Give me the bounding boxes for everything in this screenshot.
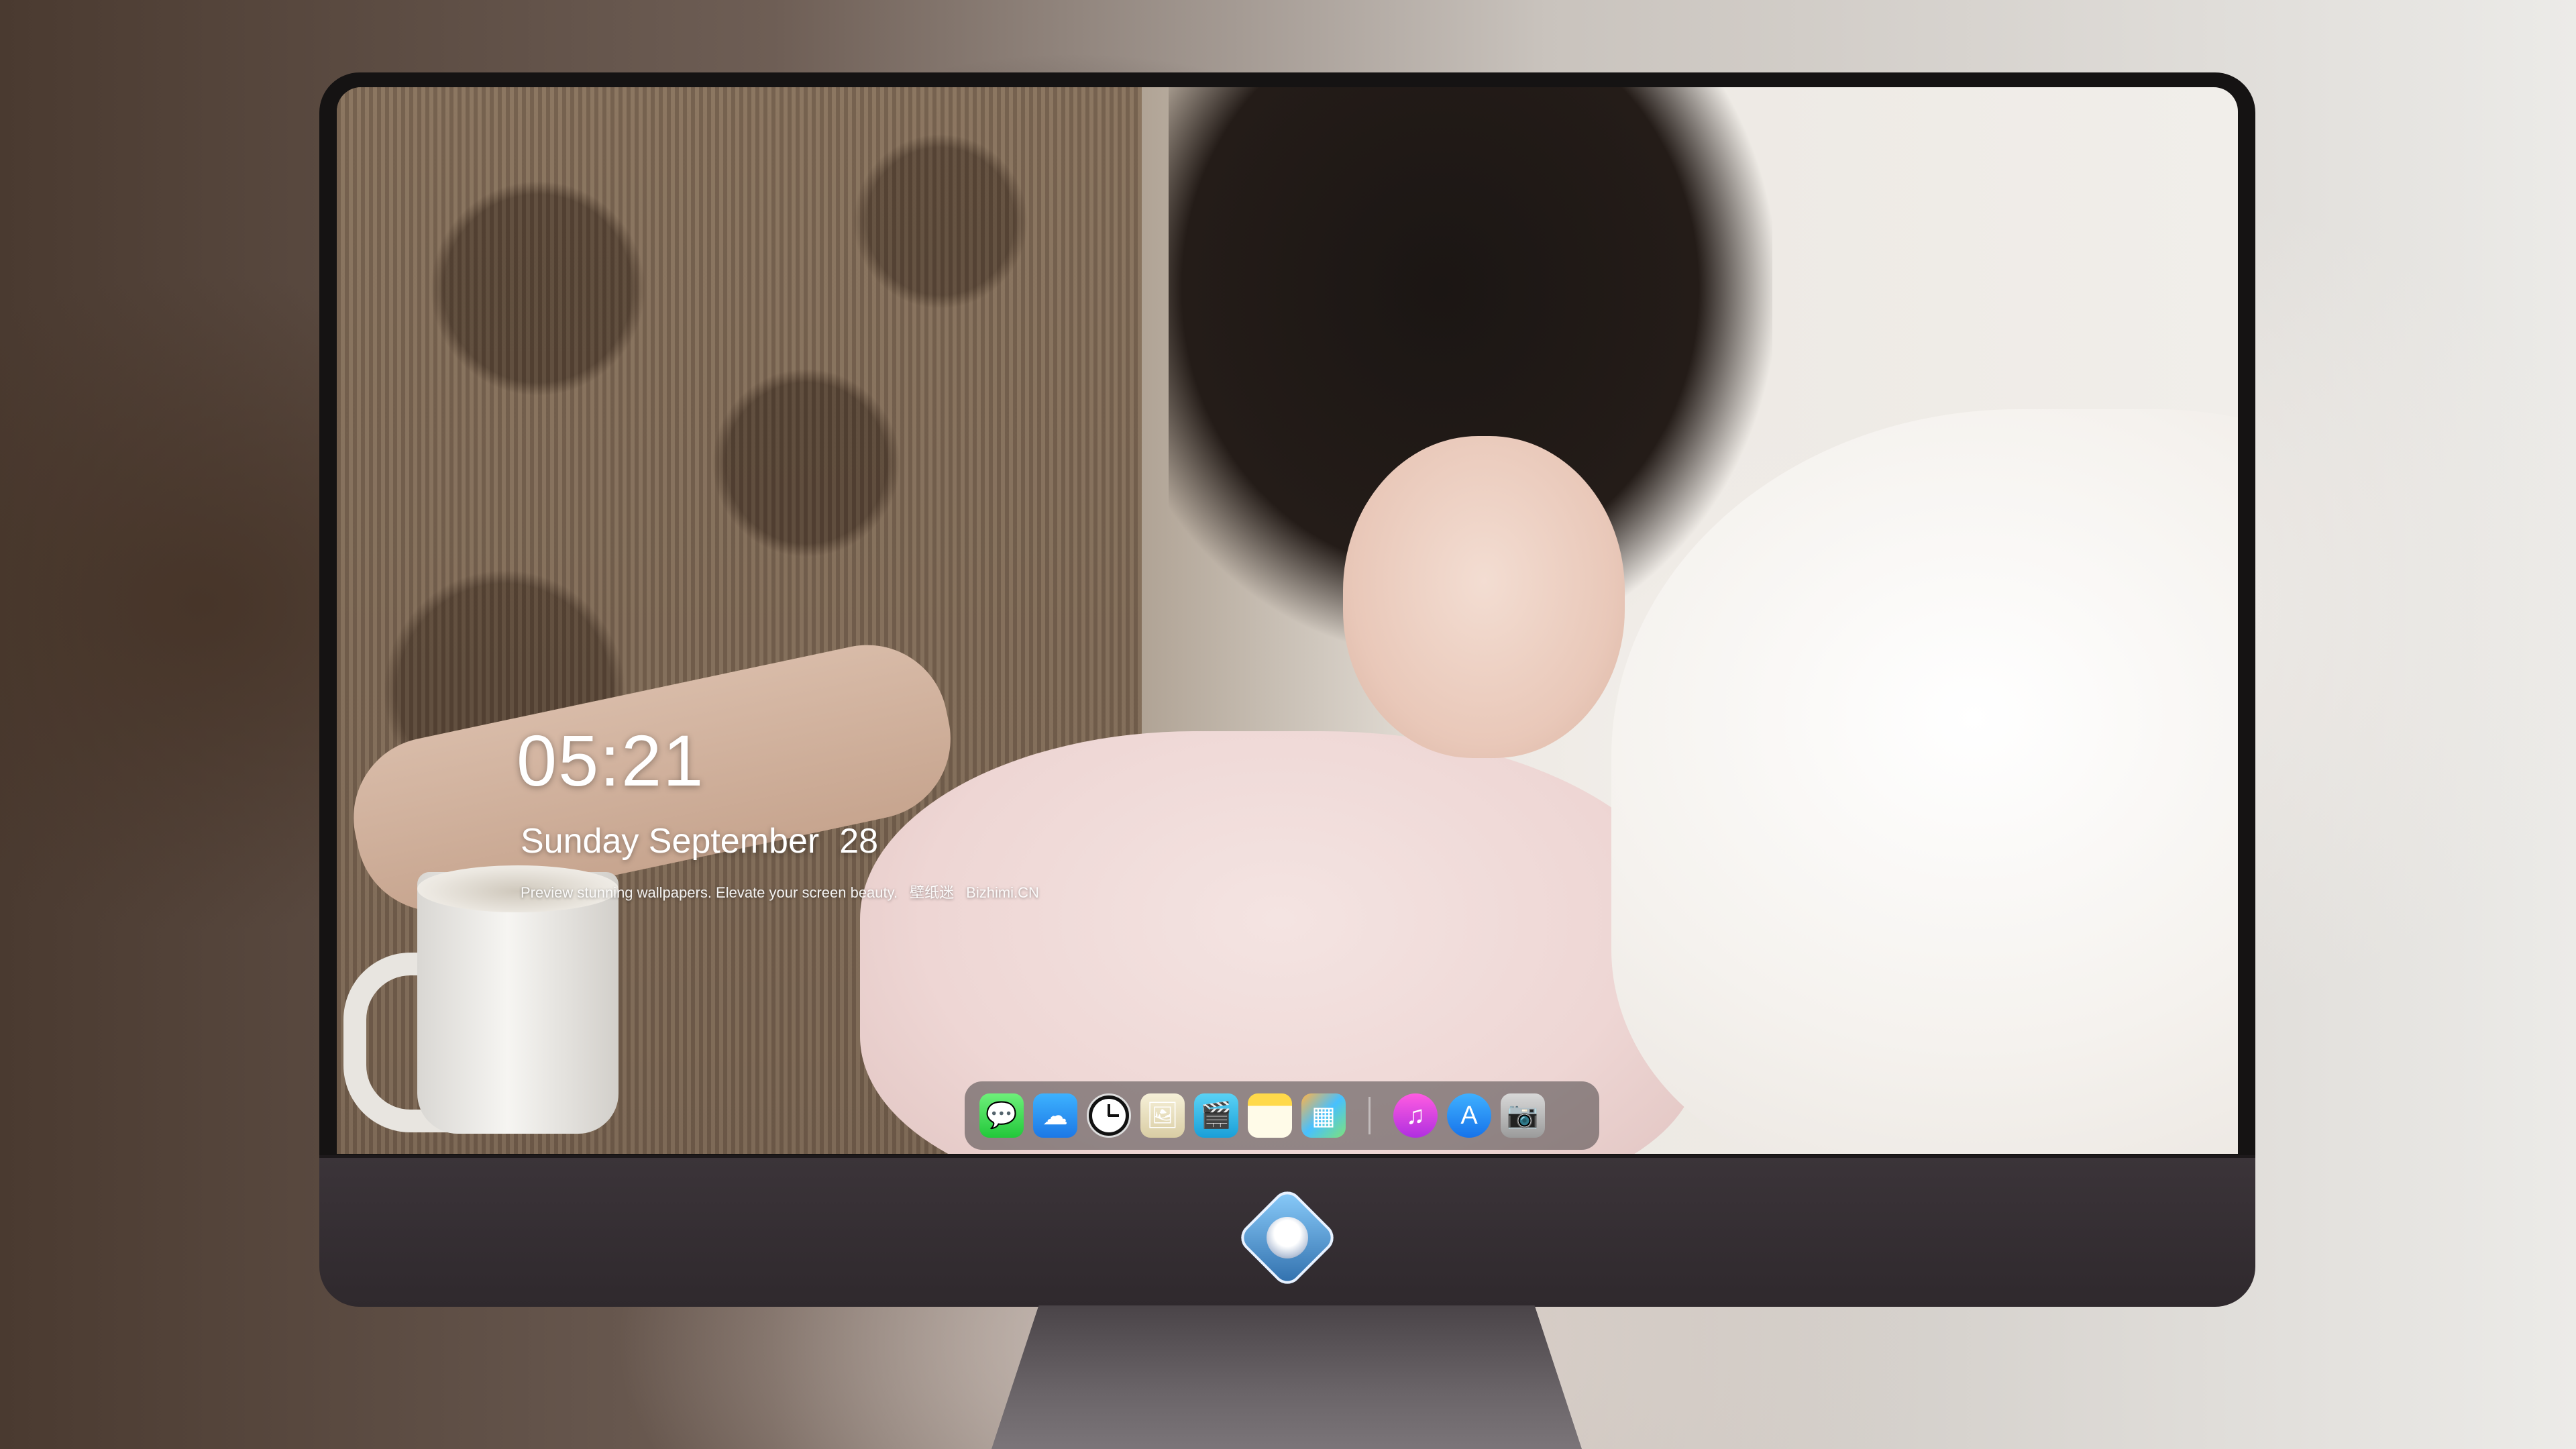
dock: 💬 ☁ 🖼 🎬 ▦ ♫ A 📷 xyxy=(965,1081,1599,1150)
music-icon[interactable]: ♫ xyxy=(1393,1093,1438,1138)
clips-icon[interactable]: 🎬 xyxy=(1194,1093,1238,1138)
lock-clock-date: Sunday September 28 xyxy=(521,824,878,859)
clock-face xyxy=(1092,1099,1126,1132)
lock-clock-time: 05:21 xyxy=(517,720,705,801)
wallpaper-tagline: Preview stunning wallpapers. Elevate you… xyxy=(521,885,1039,900)
weather-icon[interactable]: ☁ xyxy=(1033,1093,1077,1138)
dock-separator xyxy=(1368,1097,1371,1134)
tagline-text: Preview stunning wallpapers. Elevate you… xyxy=(521,884,898,901)
monitor-stand xyxy=(991,1305,1582,1449)
messages-icon[interactable]: 💬 xyxy=(979,1093,1024,1138)
app-store-icon[interactable]: A xyxy=(1447,1093,1491,1138)
tagline-brand-cn[interactable]: 壁纸迷 xyxy=(910,885,954,900)
lock-date-number: 28 xyxy=(839,822,879,861)
camera-icon[interactable]: 📷 xyxy=(1501,1093,1545,1138)
lock-day-label: Sunday September xyxy=(521,822,820,861)
tagline-brand[interactable]: Bizhimi.CN xyxy=(966,885,1039,900)
photos-icon[interactable]: ▦ xyxy=(1301,1093,1346,1138)
desktop-screen xyxy=(337,87,2238,1154)
wallpaper-face xyxy=(1343,436,1625,758)
clock-icon[interactable] xyxy=(1087,1093,1131,1138)
preview-icon[interactable]: 🖼 xyxy=(1140,1093,1185,1138)
brand-logo-mascot xyxy=(1267,1217,1308,1258)
notes-icon[interactable] xyxy=(1248,1093,1292,1138)
